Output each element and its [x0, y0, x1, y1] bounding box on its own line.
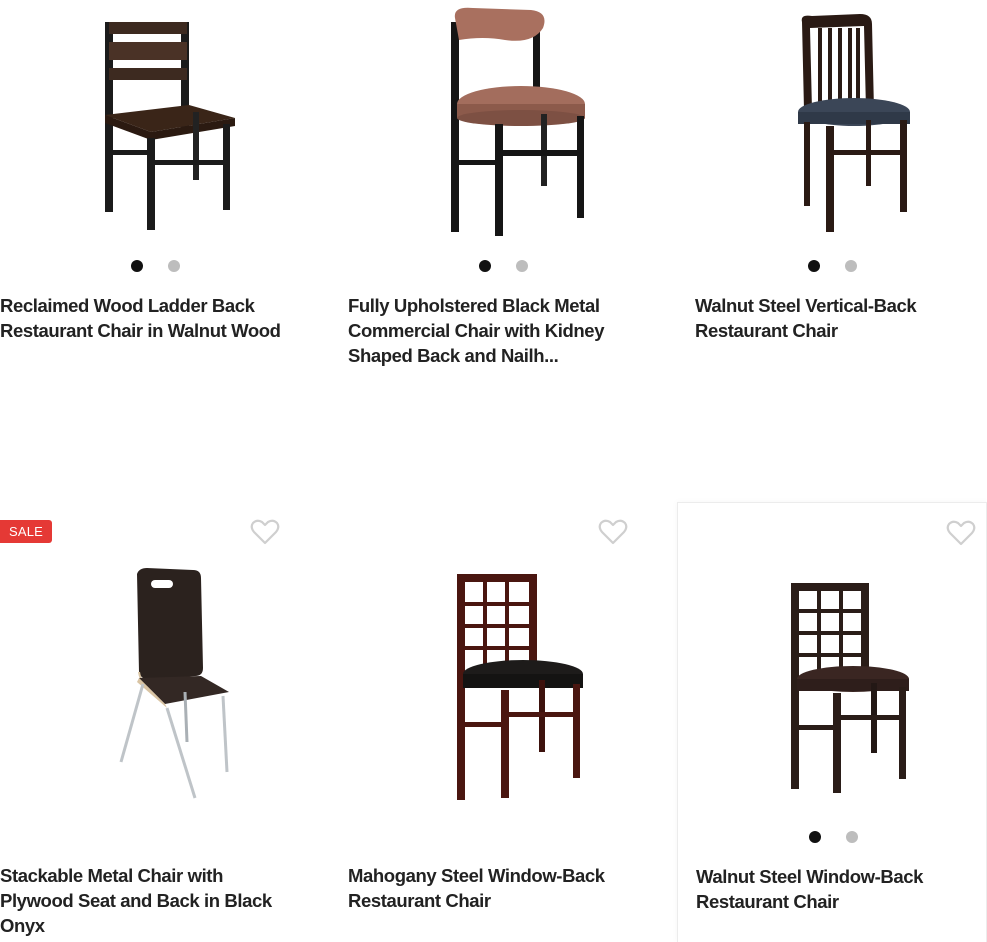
- carousel-dot-active[interactable]: [808, 831, 821, 843]
- image-carousel-dots: [677, 260, 987, 272]
- heart-outline-icon[interactable]: [946, 519, 976, 547]
- product-card[interactable]: SALE Stackable Metal Chair with Plywood …: [0, 502, 310, 942]
- heart-outline-icon[interactable]: [250, 518, 280, 546]
- carousel-dot[interactable]: [167, 260, 180, 272]
- product-card[interactable]: Walnut Steel Vertical-Back Restaurant Ch…: [677, 0, 987, 420]
- product-card[interactable]: Reclaimed Wood Ladder Back Restaurant Ch…: [0, 0, 310, 420]
- heart-outline-icon[interactable]: [598, 518, 628, 546]
- product-title[interactable]: Walnut Steel Vertical-Back Restaurant Ch…: [695, 293, 987, 343]
- carousel-dot-active[interactable]: [807, 260, 820, 272]
- product-title[interactable]: Mahogany Steel Window-Back Restaurant Ch…: [348, 863, 648, 913]
- product-title[interactable]: Stackable Metal Chair with Plywood Seat …: [0, 863, 300, 938]
- chair-kidney-back-image: [451, 7, 585, 236]
- product-title[interactable]: Walnut Steel Window-Back Restaurant Chai…: [696, 864, 987, 914]
- image-carousel-dots: [348, 260, 658, 272]
- carousel-dot[interactable]: [515, 260, 528, 272]
- carousel-dot[interactable]: [845, 831, 858, 843]
- product-image[interactable]: [348, 562, 658, 822]
- carousel-dot-active[interactable]: [478, 260, 491, 272]
- product-card[interactable]: Mahogany Steel Window-Back Restaurant Ch…: [348, 502, 658, 942]
- product-card[interactable]: Walnut Steel Window-Back Restaurant Chai…: [677, 502, 987, 942]
- product-image[interactable]: [0, 562, 310, 822]
- chair-window-back-mahogany-image: [457, 574, 583, 800]
- chair-ladder-back-image: [105, 22, 235, 230]
- product-image[interactable]: [0, 0, 310, 245]
- product-image[interactable]: [677, 0, 987, 245]
- chair-window-back-walnut-image: [791, 583, 909, 793]
- product-card[interactable]: Fully Upholstered Black Metal Commercial…: [348, 0, 658, 420]
- product-image[interactable]: [678, 563, 987, 823]
- image-carousel-dots: [0, 260, 310, 272]
- product-title[interactable]: Reclaimed Wood Ladder Back Restaurant Ch…: [0, 293, 300, 343]
- carousel-dot[interactable]: [844, 260, 857, 272]
- carousel-dot-active[interactable]: [130, 260, 143, 272]
- product-image[interactable]: [348, 0, 658, 245]
- product-title[interactable]: Fully Upholstered Black Metal Commercial…: [348, 293, 648, 368]
- sale-badge: SALE: [0, 520, 53, 543]
- chair-stackable-image: [119, 568, 229, 799]
- chair-vertical-back-image: [798, 14, 910, 232]
- image-carousel-dots: [678, 831, 987, 843]
